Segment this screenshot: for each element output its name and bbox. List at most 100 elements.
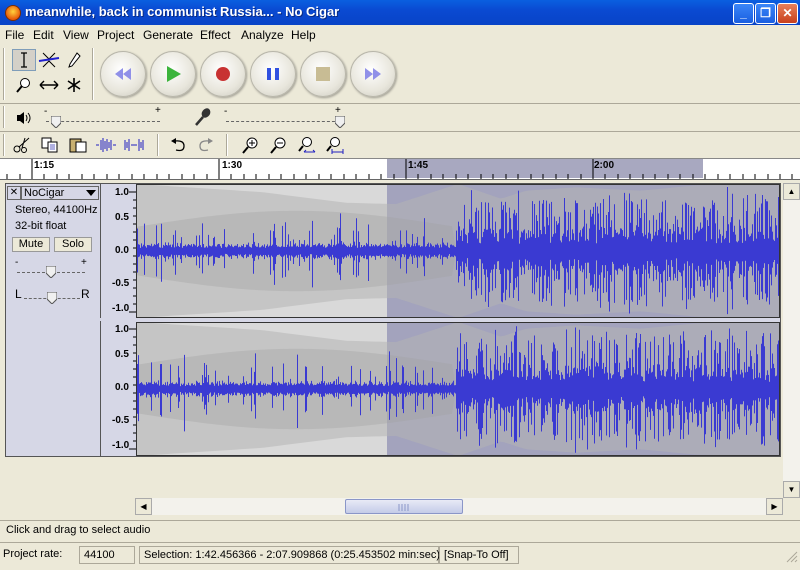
edit-toolbar xyxy=(0,131,800,157)
gain-min-label: - xyxy=(15,257,19,268)
selection-text: Selection: 1:42.456366 - 2:07.909868 (0:… xyxy=(144,549,440,561)
waveform-display[interactable] xyxy=(136,184,780,456)
menu-project[interactable]: Project xyxy=(97,28,134,42)
skip-to-start-button[interactable] xyxy=(100,51,146,97)
zoom-in-button[interactable] xyxy=(238,134,262,156)
track-name: NoCigar xyxy=(24,187,65,199)
scissors-icon xyxy=(13,137,30,153)
record-button[interactable] xyxy=(200,51,246,97)
status-hint: Click and drag to select audio xyxy=(6,524,151,536)
menu-bar: File Edit View Project Generate Effect A… xyxy=(0,25,800,45)
snap-to-field[interactable]: [Snap-To Off] xyxy=(439,546,519,564)
input-volume-track xyxy=(226,121,340,122)
zoom-in-icon xyxy=(242,137,258,154)
toolbar-grip[interactable] xyxy=(3,106,5,128)
menu-file[interactable]: File xyxy=(5,28,24,42)
skip-start-icon xyxy=(115,68,131,80)
gain-slider[interactable] xyxy=(46,266,56,278)
scroll-left-button[interactable]: ◀ xyxy=(135,498,152,515)
zoom-tool-button[interactable] xyxy=(12,74,36,96)
horizontal-scrollbar[interactable]: ◀ ▶ xyxy=(135,498,783,515)
mute-button[interactable]: Mute xyxy=(12,237,50,252)
menu-help[interactable]: Help xyxy=(291,28,316,42)
stop-button[interactable] xyxy=(300,51,346,97)
scale-label: 0.0 xyxy=(115,382,129,393)
maximize-button[interactable]: ❐ xyxy=(755,3,776,24)
horizontal-scroll-thumb[interactable] xyxy=(345,499,463,514)
play-button[interactable] xyxy=(150,51,196,97)
stop-icon xyxy=(316,67,330,81)
menu-analyze[interactable]: Analyze xyxy=(241,28,284,42)
play-icon xyxy=(167,66,181,82)
envelope-tool-button[interactable] xyxy=(37,49,61,71)
timeshift-tool-icon xyxy=(39,80,59,90)
draw-tool-button[interactable] xyxy=(62,49,86,71)
grip-icon xyxy=(398,504,409,511)
timeshift-tool-button[interactable] xyxy=(37,74,61,96)
selection-tool-button[interactable] xyxy=(12,49,36,71)
fit-selection-button[interactable] xyxy=(294,134,318,156)
vertical-scale-bottom[interactable]: 1.0 0.5 0.0 -0.5 -1.0 xyxy=(100,321,137,456)
redo-button[interactable] xyxy=(194,134,218,156)
copy-button[interactable] xyxy=(38,134,62,156)
scale-label: -1.0 xyxy=(112,440,130,451)
pan-slider[interactable] xyxy=(47,292,57,304)
track-close-button[interactable]: ✕ xyxy=(7,186,21,200)
copy-icon xyxy=(41,137,58,153)
menu-effect[interactable]: Effect xyxy=(200,28,230,42)
vertical-scrollbar[interactable]: ▲ ▼ xyxy=(783,183,800,498)
silence-button[interactable] xyxy=(122,134,146,156)
undo-icon xyxy=(171,138,185,152)
paste-button[interactable] xyxy=(66,134,90,156)
speaker-icon xyxy=(17,112,31,124)
scale-label: -1.0 xyxy=(112,303,130,314)
resize-grip-icon[interactable] xyxy=(786,551,798,563)
toolbar-separator xyxy=(157,134,159,156)
trim-button[interactable] xyxy=(94,134,118,156)
menu-generate[interactable]: Generate xyxy=(143,28,193,42)
output-volume-max: + xyxy=(155,105,161,116)
cut-button[interactable] xyxy=(10,134,34,156)
scroll-right-button[interactable]: ▶ xyxy=(766,498,783,515)
pause-button[interactable] xyxy=(250,51,296,97)
track-format: Stereo, 44100Hz xyxy=(15,204,98,216)
undo-button[interactable] xyxy=(166,134,190,156)
minimize-button[interactable]: _ xyxy=(733,3,754,24)
fit-project-button[interactable] xyxy=(322,134,346,156)
selection-readout: Selection: 1:42.456366 - 2:07.909868 (0:… xyxy=(139,546,440,564)
menu-view[interactable]: View xyxy=(63,28,89,42)
zoom-out-button[interactable] xyxy=(266,134,290,156)
status-bar: Project rate: 44100 Selection: 1:42.4563… xyxy=(0,542,800,566)
redo-icon xyxy=(199,138,213,152)
ruler-label: 1:15 xyxy=(34,160,55,171)
scroll-up-button[interactable]: ▲ xyxy=(783,183,800,200)
scroll-down-button[interactable]: ▼ xyxy=(783,481,800,498)
pause-icon xyxy=(267,68,279,80)
close-button[interactable]: ✕ xyxy=(777,3,798,24)
audacity-app-icon[interactable] xyxy=(5,5,21,21)
scale-label: -0.5 xyxy=(112,278,130,289)
timeline-ruler[interactable]: 1:15 1:30 1:45 2:00 xyxy=(0,158,800,180)
gain-max-label: + xyxy=(81,257,87,268)
solo-button[interactable]: Solo xyxy=(54,237,92,252)
track-name-menu[interactable]: NoCigar xyxy=(21,186,99,200)
input-volume-slider[interactable] xyxy=(335,116,345,128)
menu-edit[interactable]: Edit xyxy=(33,28,54,42)
title-bar[interactable]: meanwhile, back in communist Russia... -… xyxy=(0,0,800,25)
zoom-tool-icon xyxy=(16,78,30,93)
snap-to-text: [Snap-To Off] xyxy=(444,549,509,561)
toolbar-grip[interactable] xyxy=(3,48,5,100)
output-volume-slider[interactable] xyxy=(51,116,62,128)
project-rate-field[interactable]: 44100 xyxy=(79,546,135,564)
track-area: ✕ NoCigar Stereo, 44100Hz 32-bit float M… xyxy=(0,180,800,498)
skip-to-end-button[interactable] xyxy=(350,51,396,97)
toolbar-grip[interactable] xyxy=(3,134,5,156)
toolbar-separator xyxy=(226,134,228,156)
vertical-scale-top[interactable]: 1.0 0.5 0.0 -0.5 -1.0 xyxy=(100,184,137,318)
scale-label: 1.0 xyxy=(115,187,129,198)
ruler-label: 1:30 xyxy=(222,160,243,171)
status-bar-hint: Click and drag to select audio xyxy=(0,520,800,540)
scale-label: 0.5 xyxy=(115,212,129,223)
multi-tool-button[interactable] xyxy=(62,74,86,96)
pan-left-label: L xyxy=(15,287,22,301)
